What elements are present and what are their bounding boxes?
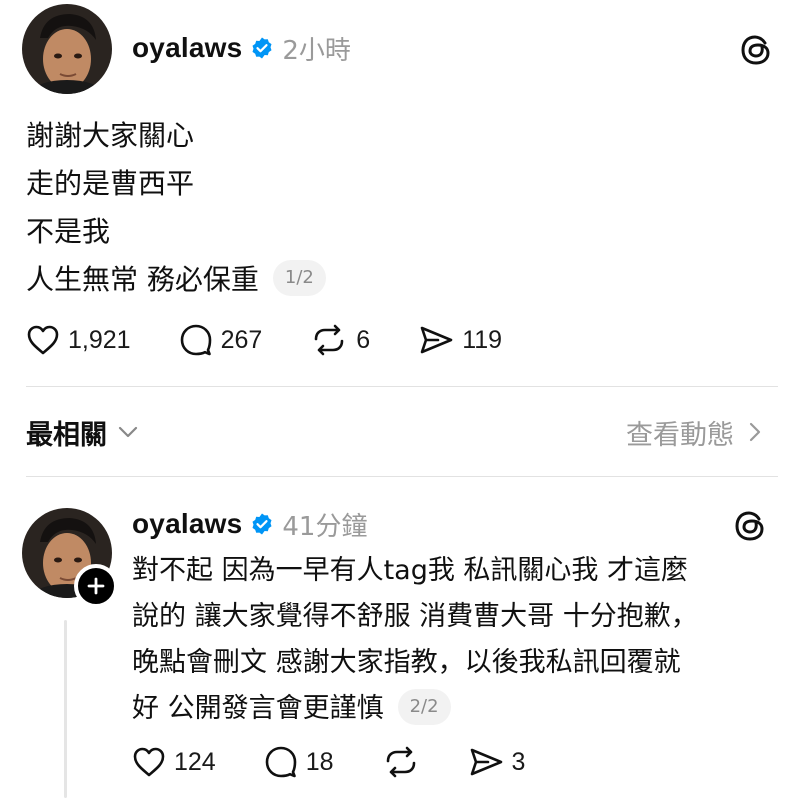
threads-logo-icon[interactable] xyxy=(732,508,768,544)
share-button[interactable]: 119 xyxy=(418,324,502,356)
reply-line: 好 公開發言會更謹慎 xyxy=(132,693,384,724)
username[interactable]: oyalaws xyxy=(132,32,242,64)
avatar[interactable] xyxy=(22,4,112,94)
share-count: 3 xyxy=(511,747,526,776)
comment-icon xyxy=(180,324,211,356)
reply-count: 267 xyxy=(220,325,263,354)
reply-count: 18 xyxy=(305,747,334,776)
page-indicator: 1/2 xyxy=(272,260,326,296)
like-button[interactable]: 124 xyxy=(132,746,216,778)
reply-actions: 124 18 3 xyxy=(132,742,573,782)
username[interactable]: oyalaws xyxy=(132,508,242,540)
repost-button[interactable]: 6 xyxy=(310,324,370,356)
like-count: 1,921 xyxy=(68,325,131,354)
like-button[interactable]: 1,921 xyxy=(26,324,131,356)
heart-icon xyxy=(133,747,165,777)
timestamp: 41分鐘 xyxy=(282,511,368,542)
heart-icon xyxy=(27,325,59,355)
page-indicator: 2/2 xyxy=(397,688,451,725)
timestamp: 2小時 xyxy=(282,35,351,66)
divider xyxy=(26,386,778,387)
repost-icon xyxy=(386,746,415,778)
repost-button[interactable] xyxy=(382,746,420,778)
reply-sort-bar: 最相關 查看動態 xyxy=(26,410,766,454)
comment-icon xyxy=(265,746,297,778)
chevron-down-icon xyxy=(118,426,138,438)
share-button[interactable]: 3 xyxy=(468,746,526,778)
reply-button[interactable]: 18 xyxy=(264,745,334,779)
reply-line: 說的 讓大家覺得不舒服 消費曹大哥 十分抱歉， xyxy=(132,601,698,632)
verified-badge-icon xyxy=(252,513,272,535)
post-line: 走的是曹西平 xyxy=(26,167,195,200)
thread-line xyxy=(64,620,67,798)
post-actions: 1,921 267 6 119 xyxy=(26,320,550,360)
follow-button[interactable] xyxy=(74,564,118,608)
post-line: 人生無常 務必保重 xyxy=(26,263,259,296)
divider xyxy=(26,476,778,477)
reply-body: 對不起 因為一早有人tag我 私訊關心我 才這麼 說的 讓大家覺得不舒服 消費曹… xyxy=(132,548,698,732)
like-count: 124 xyxy=(174,747,216,776)
reply-button[interactable]: 267 xyxy=(179,323,263,357)
reply-line: 對不起 因為一早有人tag我 私訊關心我 才這麼 xyxy=(132,555,689,586)
chevron-right-icon xyxy=(749,422,761,442)
sort-label: 最相關 xyxy=(26,419,107,451)
reply-header: oyalaws 41分鐘 xyxy=(132,504,367,544)
post-line: 不是我 xyxy=(26,215,111,248)
view-activity-label: 查看動態 xyxy=(626,419,734,451)
verified-badge-icon xyxy=(252,37,272,59)
share-icon xyxy=(470,748,502,776)
post-line: 謝謝大家關心 xyxy=(26,119,195,152)
share-icon xyxy=(420,326,453,354)
sort-dropdown[interactable]: 最相關 xyxy=(26,413,141,452)
post-header: oyalaws 2小時 xyxy=(132,28,351,68)
reply-line: 晚點會刪文 感謝大家指教，以後我私訊回覆就 xyxy=(132,647,681,678)
threads-logo-icon[interactable] xyxy=(738,32,774,68)
view-activity-link[interactable]: 查看動態 xyxy=(626,413,766,452)
repost-icon xyxy=(314,324,344,356)
post-body: 謝謝大家關心 走的是曹西平 不是我 人生無常 務必保重 1/2 xyxy=(26,112,326,304)
repost-count: 6 xyxy=(356,325,371,354)
plus-icon xyxy=(87,577,105,595)
share-count: 119 xyxy=(462,325,503,354)
